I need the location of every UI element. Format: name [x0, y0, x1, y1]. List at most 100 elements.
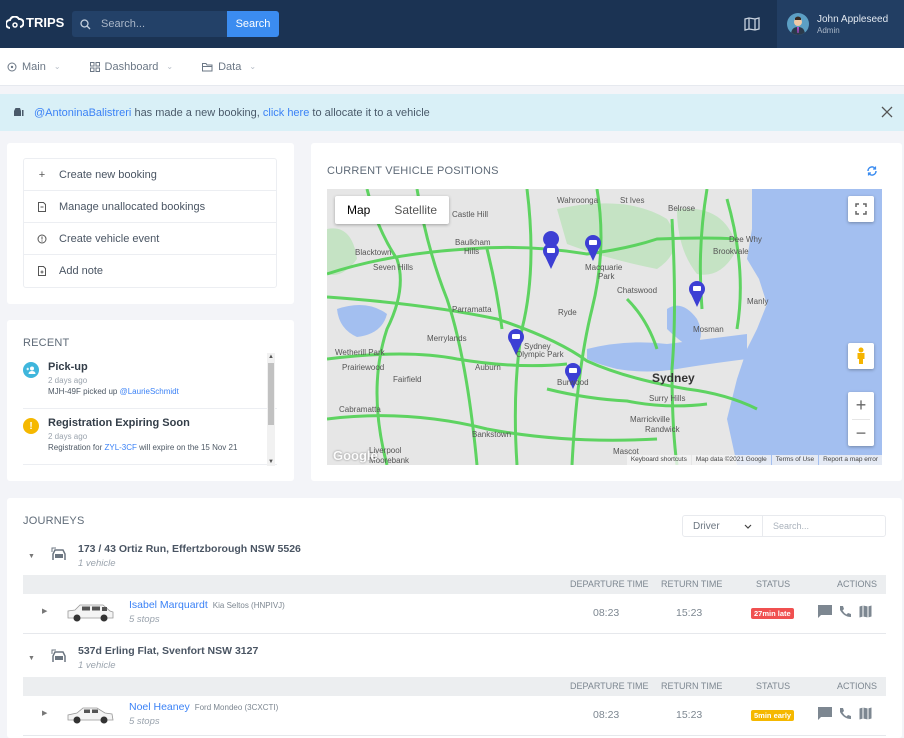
- col-status: STATUS: [756, 579, 791, 589]
- map-icon[interactable]: [859, 707, 872, 720]
- alert-message: @AntoninaBalistreri has made a new booki…: [34, 106, 430, 119]
- manage-bookings-action[interactable]: Manage unallocated bookings: [24, 191, 276, 223]
- svg-text:Ryde: Ryde: [558, 308, 577, 317]
- zoom-in-button[interactable]: +: [856, 392, 867, 419]
- svg-text:Mosman: Mosman: [693, 325, 724, 334]
- table-row[interactable]: ▶ Noel Heaney Ford Mondeo (3CXCTI) 5 stop…: [23, 696, 886, 736]
- nav-item-dashboard[interactable]: Dashboard ⌄: [89, 61, 173, 73]
- car-booking-icon: [14, 108, 24, 116]
- vehicle-model: Ford Mondeo (3CXCTI): [194, 703, 279, 712]
- recent-item-time: 2 days ago: [48, 432, 88, 441]
- map-type-satellite-button[interactable]: Satellite: [382, 196, 449, 224]
- svg-text:Cabramatta: Cabramatta: [339, 405, 381, 414]
- return-time: 15:23: [676, 709, 703, 721]
- scroll-thumb[interactable]: [268, 363, 274, 425]
- journey-group: ▼ 537d Erling Flat, Svenfort NSW 3127 1 …: [23, 645, 886, 736]
- return-time: 15:23: [676, 607, 703, 619]
- driver-link[interactable]: Noel Heaney Ford Mondeo (3CXCTI): [129, 701, 278, 713]
- vehicle-count: 1 vehicle: [78, 558, 116, 569]
- stop-count: 5 stops: [129, 614, 160, 625]
- table-row[interactable]: ▶ Isabel Marquardt Kia Seltos (HNPIVJ) 5 …: [23, 594, 886, 634]
- filter-field-select[interactable]: Driver: [683, 516, 763, 536]
- recent-scrollbar[interactable]: ▲ ▼: [267, 353, 275, 466]
- user-menu[interactable]: John Appleseed Admin: [777, 0, 904, 48]
- journey-group: ▼ 173 / 43 Ortiz Run, Effertzborough NSW…: [23, 543, 886, 634]
- svg-text:Hills: Hills: [464, 247, 479, 256]
- svg-text:Marrickville: Marrickville: [630, 415, 671, 424]
- logo[interactable]: TRIPS: [6, 15, 64, 30]
- close-icon[interactable]: [880, 105, 894, 119]
- recent-item[interactable]: Pick-up 2 days ago MJH-49F picked up @La…: [23, 353, 277, 409]
- map-icon[interactable]: [859, 605, 872, 618]
- message-icon[interactable]: [818, 707, 832, 720]
- car-icon: [51, 649, 66, 662]
- map-view-button[interactable]: [740, 14, 764, 34]
- search-input[interactable]: [101, 18, 211, 30]
- expand-caret-icon[interactable]: ▶: [42, 607, 47, 615]
- recent-list: Pick-up 2 days ago MJH-49F picked up @La…: [23, 353, 277, 466]
- keyboard-shortcuts-link[interactable]: Keyboard shortcuts: [626, 455, 691, 465]
- svg-text:Chatswood: Chatswood: [617, 286, 657, 295]
- search-button[interactable]: Search: [227, 11, 279, 37]
- svg-text:Auburn: Auburn: [475, 363, 501, 372]
- vehicle-link[interactable]: ZYL-3CF: [104, 443, 136, 452]
- collapse-caret-icon[interactable]: ▼: [28, 553, 35, 560]
- svg-text:Prairiewood: Prairiewood: [342, 363, 384, 372]
- map-canvas: Wahroonga St Ives Belrose Castle Hill De…: [327, 189, 882, 465]
- user-link[interactable]: @LaurieSchmidt: [120, 387, 179, 396]
- journey-group-header[interactable]: ▼ 173 / 43 Ortiz Run, Effertzborough NSW…: [23, 543, 886, 575]
- alert-user-link[interactable]: @AntoninaBalistreri: [34, 107, 131, 119]
- driver-link[interactable]: Isabel Marquardt Kia Seltos (HNPIVJ): [129, 599, 285, 611]
- fullscreen-button[interactable]: [848, 196, 874, 222]
- create-booking-action[interactable]: + Create new booking: [24, 159, 276, 191]
- svg-text:Castle Hill: Castle Hill: [452, 210, 488, 219]
- allocate-link[interactable]: click here: [263, 107, 309, 119]
- brand-name: TRIPS: [26, 15, 65, 30]
- report-error-link[interactable]: Report a map error: [819, 455, 882, 465]
- stop-count: 5 stops: [129, 716, 160, 727]
- recent-title: RECENT: [23, 337, 70, 349]
- recent-item[interactable]: ! Registration Expiring Soon 2 days ago …: [23, 409, 277, 465]
- phone-icon[interactable]: [839, 605, 852, 618]
- document-icon: [37, 201, 47, 212]
- svg-text:St Ives: St Ives: [620, 196, 644, 205]
- journey-group-header[interactable]: ▼ 537d Erling Flat, Svenfort NSW 3127 1 …: [23, 645, 886, 677]
- vehicle-map[interactable]: Wahroonga St Ives Belrose Castle Hill De…: [327, 189, 882, 465]
- svg-text:Blacktown: Blacktown: [355, 248, 391, 257]
- nav-label: Main: [22, 60, 46, 73]
- map-data-attribution: Map data ©2021 Google: [691, 455, 771, 465]
- phone-icon[interactable]: [839, 707, 852, 720]
- street-view-button[interactable]: [848, 343, 874, 369]
- map-type-map-button[interactable]: Map: [335, 196, 382, 224]
- recent-item-desc: Registration for ZYL-3CF will expire on …: [48, 443, 238, 452]
- expand-caret-icon[interactable]: ▶: [42, 709, 47, 717]
- svg-text:Macquarie: Macquarie: [585, 263, 623, 272]
- add-note-action[interactable]: Add note: [24, 255, 276, 287]
- nav-item-data[interactable]: Data ⌄: [202, 61, 256, 73]
- svg-text:Randwick: Randwick: [645, 425, 681, 434]
- quick-actions-list: + Create new booking Manage unallocated …: [23, 158, 277, 288]
- scroll-up-icon[interactable]: ▲: [268, 354, 274, 360]
- recent-item-title: Registration Expiring Soon: [48, 417, 190, 429]
- terms-link[interactable]: Terms of Use: [771, 455, 819, 465]
- zoom-out-button[interactable]: −: [856, 420, 867, 446]
- vehicle-count: 1 vehicle: [78, 660, 116, 671]
- nav-label: Data: [218, 60, 242, 73]
- vehicle-event-action[interactable]: Create vehicle event: [24, 223, 276, 255]
- nav-item-main[interactable]: Main ⌄: [7, 61, 61, 73]
- dashboard-gauge-icon: [7, 62, 17, 71]
- svg-text:Surry Hills: Surry Hills: [649, 394, 685, 403]
- zoom-control: + −: [848, 392, 874, 446]
- journeys-search-input[interactable]: [763, 516, 883, 536]
- col-actions: ACTIONS: [837, 681, 878, 691]
- message-icon[interactable]: [818, 605, 832, 618]
- departure-time: 08:23: [593, 709, 620, 721]
- map-footer: Keyboard shortcuts Map data ©2021 Google…: [626, 455, 882, 465]
- refresh-icon[interactable]: [866, 165, 878, 177]
- user-role: Admin: [817, 25, 840, 35]
- alert-circle-icon: [37, 234, 47, 244]
- user-name: John Appleseed: [817, 13, 889, 25]
- global-search: [72, 11, 227, 37]
- scroll-down-icon[interactable]: ▼: [268, 459, 274, 465]
- collapse-caret-icon[interactable]: ▼: [28, 655, 35, 662]
